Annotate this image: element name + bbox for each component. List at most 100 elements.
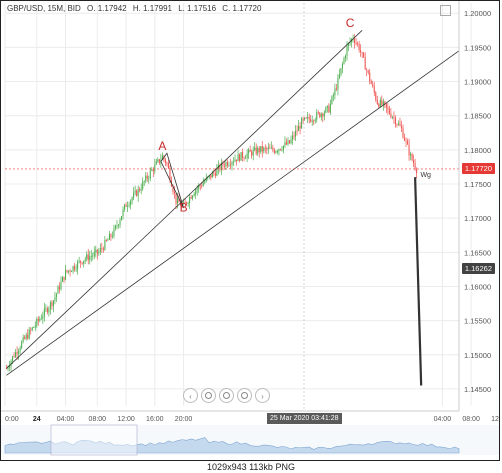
candle-body xyxy=(125,204,127,207)
candle xyxy=(95,245,97,258)
expand-icon[interactable] xyxy=(440,5,451,16)
candle-body xyxy=(130,200,132,205)
candle xyxy=(293,131,295,141)
wave-label: B xyxy=(180,200,188,214)
candle xyxy=(68,270,70,274)
candle xyxy=(48,306,50,317)
candle xyxy=(80,260,82,268)
zoom-out-icon[interactable] xyxy=(201,388,216,403)
candle xyxy=(413,154,415,168)
candle-body xyxy=(372,83,374,87)
candle-body xyxy=(204,181,206,183)
candle-body xyxy=(335,88,337,90)
candle xyxy=(134,185,136,196)
candle-body xyxy=(104,240,106,250)
candle-body xyxy=(275,151,277,153)
candle xyxy=(267,142,269,154)
candle-body xyxy=(308,116,310,120)
candle xyxy=(354,34,356,49)
candle-body xyxy=(407,141,409,145)
candle-body xyxy=(357,43,359,44)
candle-body xyxy=(87,254,89,261)
zoom-in-icon[interactable] xyxy=(237,388,252,403)
candle xyxy=(192,195,194,201)
candle-body xyxy=(360,50,362,53)
trend-line xyxy=(414,177,423,386)
candle-body xyxy=(234,159,236,162)
candle xyxy=(319,111,321,119)
candle xyxy=(239,153,241,163)
candle xyxy=(246,149,248,163)
candle-body xyxy=(81,262,83,264)
candle xyxy=(195,188,197,200)
candle-body xyxy=(225,162,227,167)
candle xyxy=(155,158,157,165)
candle xyxy=(133,186,135,201)
candle xyxy=(46,306,48,315)
candle xyxy=(393,111,395,124)
candle xyxy=(355,37,357,46)
candle xyxy=(234,154,236,163)
candle-body xyxy=(42,316,44,319)
candle xyxy=(343,56,345,65)
candle xyxy=(104,236,106,251)
candle-body xyxy=(332,95,334,97)
crosshair-time-label: 25 Mar 2020 03:41:28 xyxy=(267,413,342,424)
candle-body xyxy=(400,125,403,129)
candle-body xyxy=(299,125,301,129)
candle-body xyxy=(105,240,107,241)
candle-body xyxy=(334,88,336,96)
candle-body xyxy=(403,137,406,141)
candle-body xyxy=(54,297,56,301)
candle-body xyxy=(242,152,244,158)
candle xyxy=(164,157,166,167)
candle xyxy=(24,335,26,340)
candle-body xyxy=(232,161,235,163)
candle xyxy=(229,158,232,169)
candle xyxy=(332,92,334,102)
candle-body xyxy=(52,300,54,307)
candle-body xyxy=(391,116,393,118)
candle-body xyxy=(329,103,331,113)
candle-body xyxy=(240,152,242,161)
candle-body xyxy=(355,43,357,44)
candle xyxy=(298,119,300,132)
candle-body xyxy=(137,189,139,196)
candle xyxy=(152,167,154,178)
candle-body xyxy=(22,337,24,342)
candle-body xyxy=(149,170,151,178)
chevron-right-icon[interactable]: › xyxy=(255,388,270,403)
candle-body xyxy=(202,182,204,187)
candle-body xyxy=(201,185,203,187)
candle xyxy=(193,191,195,197)
chart-window: 1.20000 1.19500 1.19000 1.18500 1.18000 1.175… xyxy=(0,0,500,461)
candle-body xyxy=(60,281,62,290)
candle-body xyxy=(341,63,344,69)
candle-body xyxy=(78,260,80,262)
candle xyxy=(228,161,230,167)
candle xyxy=(198,183,200,193)
chevron-left-icon[interactable]: ‹ xyxy=(183,388,198,403)
candle-body xyxy=(323,112,325,117)
candle-body xyxy=(358,43,360,51)
candle-body xyxy=(408,144,410,156)
candle-body xyxy=(410,154,412,156)
candle-body xyxy=(373,86,375,93)
zoom-icon[interactable] xyxy=(219,388,234,403)
x-tick-label: 08:00 xyxy=(89,416,107,423)
candle xyxy=(255,143,257,156)
candle-body xyxy=(281,149,283,151)
candle xyxy=(92,252,94,261)
candle-body xyxy=(246,153,248,158)
candle xyxy=(33,326,35,328)
candle-body xyxy=(270,147,272,149)
candle xyxy=(149,167,151,182)
candle-body xyxy=(260,146,262,152)
candle-body xyxy=(151,169,153,171)
candle xyxy=(15,349,17,359)
candle-body xyxy=(111,236,113,237)
candle xyxy=(363,51,365,58)
candle-body xyxy=(298,125,300,132)
candle xyxy=(116,220,118,230)
candle xyxy=(301,116,303,129)
